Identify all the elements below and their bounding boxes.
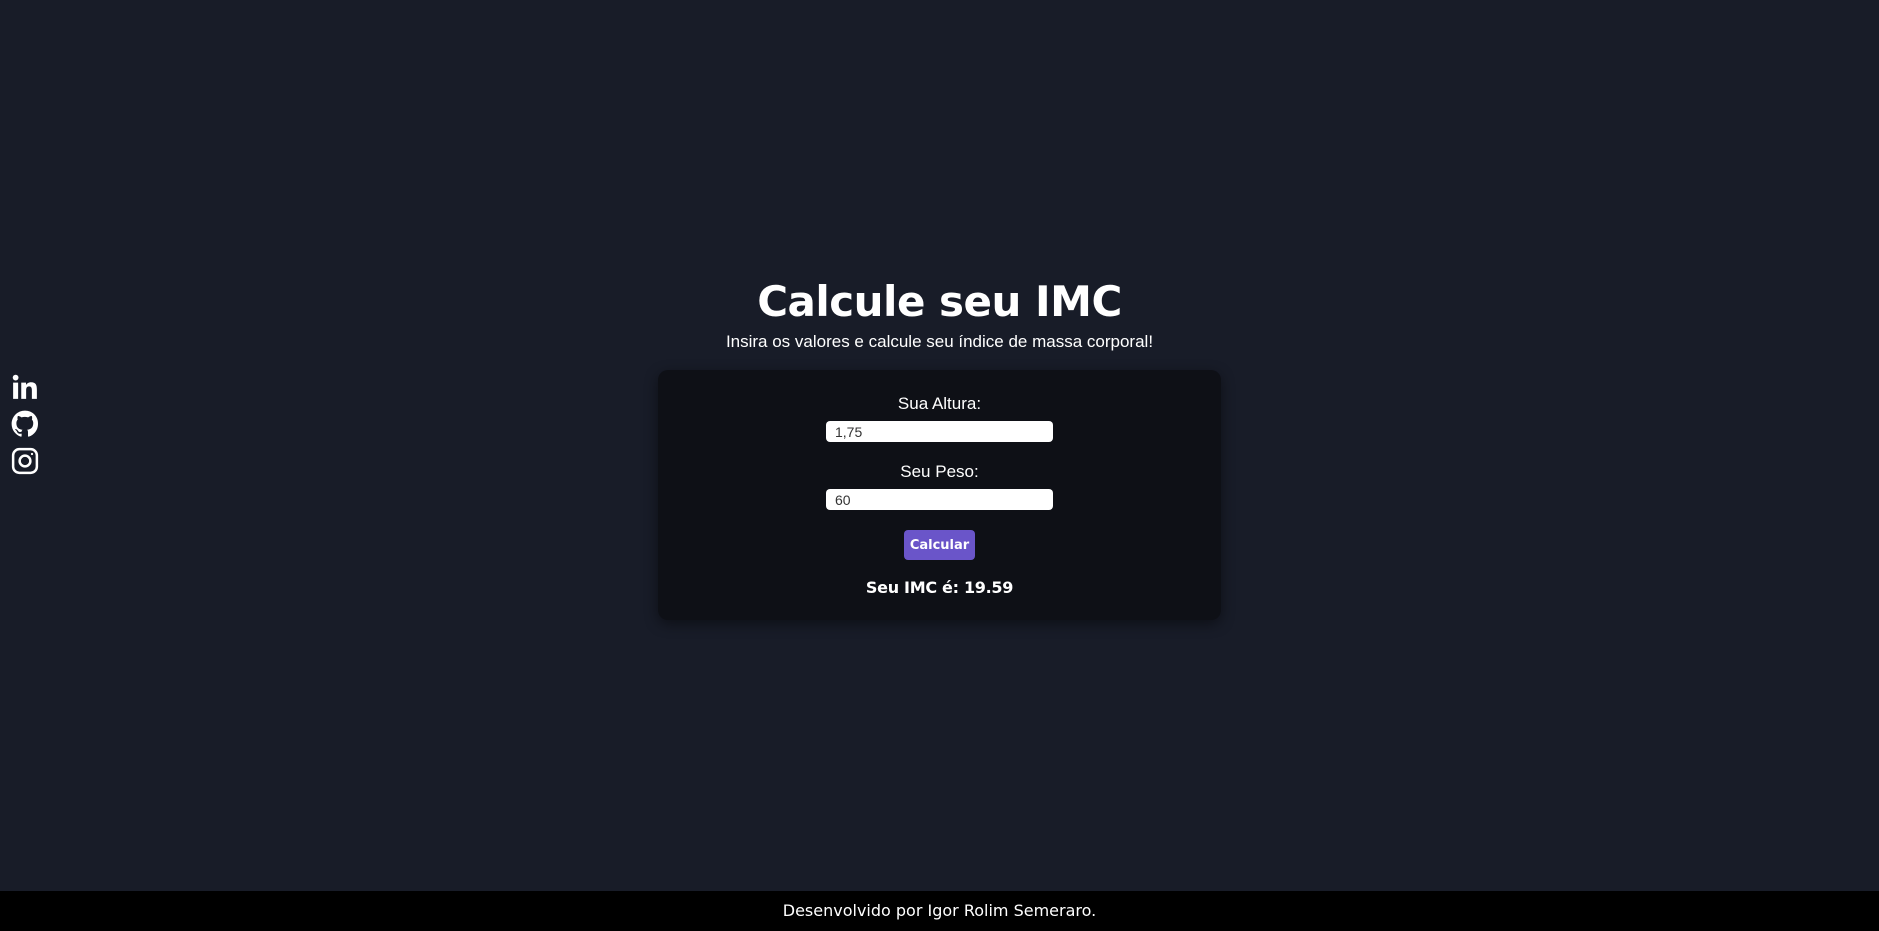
linkedin-link[interactable] [10, 372, 40, 403]
footer-credit: Desenvolvido por Igor Rolim Semeraro. [782, 901, 1097, 920]
page-subtitle: Insira os valores e calcule seu índice d… [725, 332, 1154, 351]
linkedin-icon [12, 374, 37, 399]
bmi-result: Seu IMC é: 19.59 [865, 578, 1014, 597]
instagram-icon [11, 447, 39, 475]
instagram-link[interactable] [10, 446, 40, 477]
footer: Desenvolvido por Igor Rolim Semeraro. [0, 891, 1879, 931]
page-title: Calcule seu IMC [757, 277, 1122, 326]
github-link[interactable] [10, 409, 40, 440]
height-input[interactable] [826, 421, 1053, 442]
height-label: Sua Altura: [897, 394, 982, 413]
weight-input[interactable] [826, 489, 1053, 510]
weight-label: Seu Peso: [900, 462, 979, 481]
github-icon [11, 410, 39, 437]
social-links [10, 372, 40, 477]
bmi-card: Sua Altura: Seu Peso: Calcular Seu IMC é… [658, 370, 1221, 620]
calculate-button[interactable]: Calcular [904, 530, 975, 560]
